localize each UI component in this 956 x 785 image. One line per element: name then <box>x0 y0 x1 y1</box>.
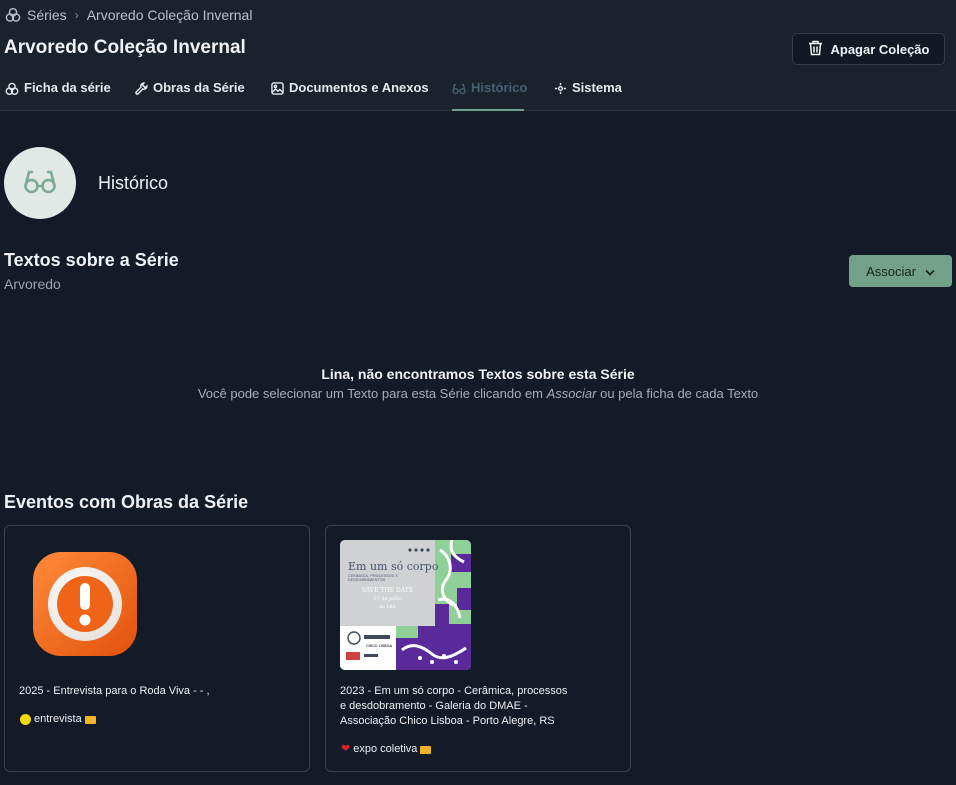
circles-icon <box>5 80 19 99</box>
poster-time: às 18h <box>379 604 396 610</box>
tab-ficha[interactable]: Ficha da série <box>5 80 111 111</box>
events-section-title: Eventos com Obras da Série <box>4 492 249 512</box>
event-title-line: 2023 - Em um só corpo - Cerâmica, proces… <box>340 685 568 697</box>
empty-text-after: ou pela ficha de cada Texto <box>596 386 759 401</box>
event-poster: Em um só corpo cerâmica, processos e des… <box>340 540 471 670</box>
tab-label: Documentos e Anexos <box>289 80 429 95</box>
poster-save-date: SAVE THE DATE <box>361 587 414 594</box>
event-tag: ❤ expo coletiva <box>341 742 432 755</box>
event-title-line: Associação Chico Lisboa - Porto Alegre, … <box>340 715 555 727</box>
empty-text-associate: Associar <box>546 386 597 401</box>
cog-icon <box>554 80 567 98</box>
poster-subtitle: cerâmica, processos e desdobramentos <box>348 574 399 582</box>
event-title: 2025 - Entrevista para o Roda Viva - - , <box>19 685 210 697</box>
tab-label: Sistema <box>572 80 622 95</box>
empty-state-title: Lina, não encontramos Textos sobre esta … <box>321 366 635 382</box>
page-header: Séries › Arvoredo Coleção Invernal Arvor… <box>0 0 956 111</box>
image-icon <box>271 80 284 98</box>
tab-sistema[interactable]: Sistema <box>554 80 622 111</box>
glasses-icon <box>452 80 466 98</box>
tab-obras[interactable]: Obras da Série <box>135 80 245 111</box>
poster-logo: CHICO LISBOA <box>366 644 393 648</box>
breadcrumb-root[interactable]: Séries <box>27 7 67 23</box>
associate-button[interactable]: Associar <box>849 255 952 287</box>
event-tag-label: expo coletiva <box>353 742 418 755</box>
circles-icon <box>5 7 21 23</box>
chevron-down-icon <box>925 264 935 279</box>
tab-documentos[interactable]: Documentos e Anexos <box>271 80 429 111</box>
alert-icon <box>31 550 139 658</box>
trash-icon <box>808 40 823 59</box>
empty-state-text: Você pode selecionar um Texto para esta … <box>0 386 956 401</box>
event-title-line: e desdobramento - Galeria do DMAE - <box>340 700 528 712</box>
yellow-dot-icon <box>20 713 31 725</box>
poster-title: Em um só corpo <box>348 560 439 573</box>
tab-label: Ficha da série <box>24 80 111 95</box>
empty-text-before: Você pode selecionar um Texto para esta … <box>197 386 547 401</box>
event-card[interactable]: Em um só corpo cerâmica, processos e des… <box>325 525 631 772</box>
glasses-icon <box>23 166 57 201</box>
event-title: 2023 - Em um só corpo - Cerâmica, proces… <box>340 684 567 729</box>
heart-icon: ❤ <box>341 743 351 755</box>
texts-section-title: Textos sobre a Série <box>4 250 179 270</box>
breadcrumb-current: Arvoredo Coleção Invernal <box>86 7 253 23</box>
folder-icon <box>84 716 96 724</box>
page-title: Arvoredo Coleção Invernal <box>4 37 246 58</box>
associate-label: Associar <box>866 263 916 279</box>
poster-date: 07 de julho <box>373 596 402 602</box>
event-tag-label: entrevista <box>34 713 82 725</box>
tab-label: Obras da Série <box>153 80 245 95</box>
delete-collection-label: Apagar Coleção <box>830 41 930 57</box>
tab-historico[interactable]: Histórico <box>452 80 528 111</box>
breadcrumb: Séries › Arvoredo Coleção Invernal <box>5 7 252 23</box>
history-label: Histórico <box>98 173 169 193</box>
texts-section-subtitle: Arvoredo <box>4 276 61 292</box>
wrench-icon <box>135 80 148 98</box>
delete-collection-button[interactable]: Apagar Coleção <box>792 33 945 65</box>
event-tag: entrevista <box>20 713 96 725</box>
history-avatar <box>4 147 76 219</box>
tab-label: Histórico <box>471 80 528 95</box>
folder-icon <box>420 745 432 754</box>
chevron-right-icon: › <box>74 8 79 22</box>
event-card[interactable]: 2025 - Entrevista para o Roda Viva - - ,… <box>4 525 310 772</box>
